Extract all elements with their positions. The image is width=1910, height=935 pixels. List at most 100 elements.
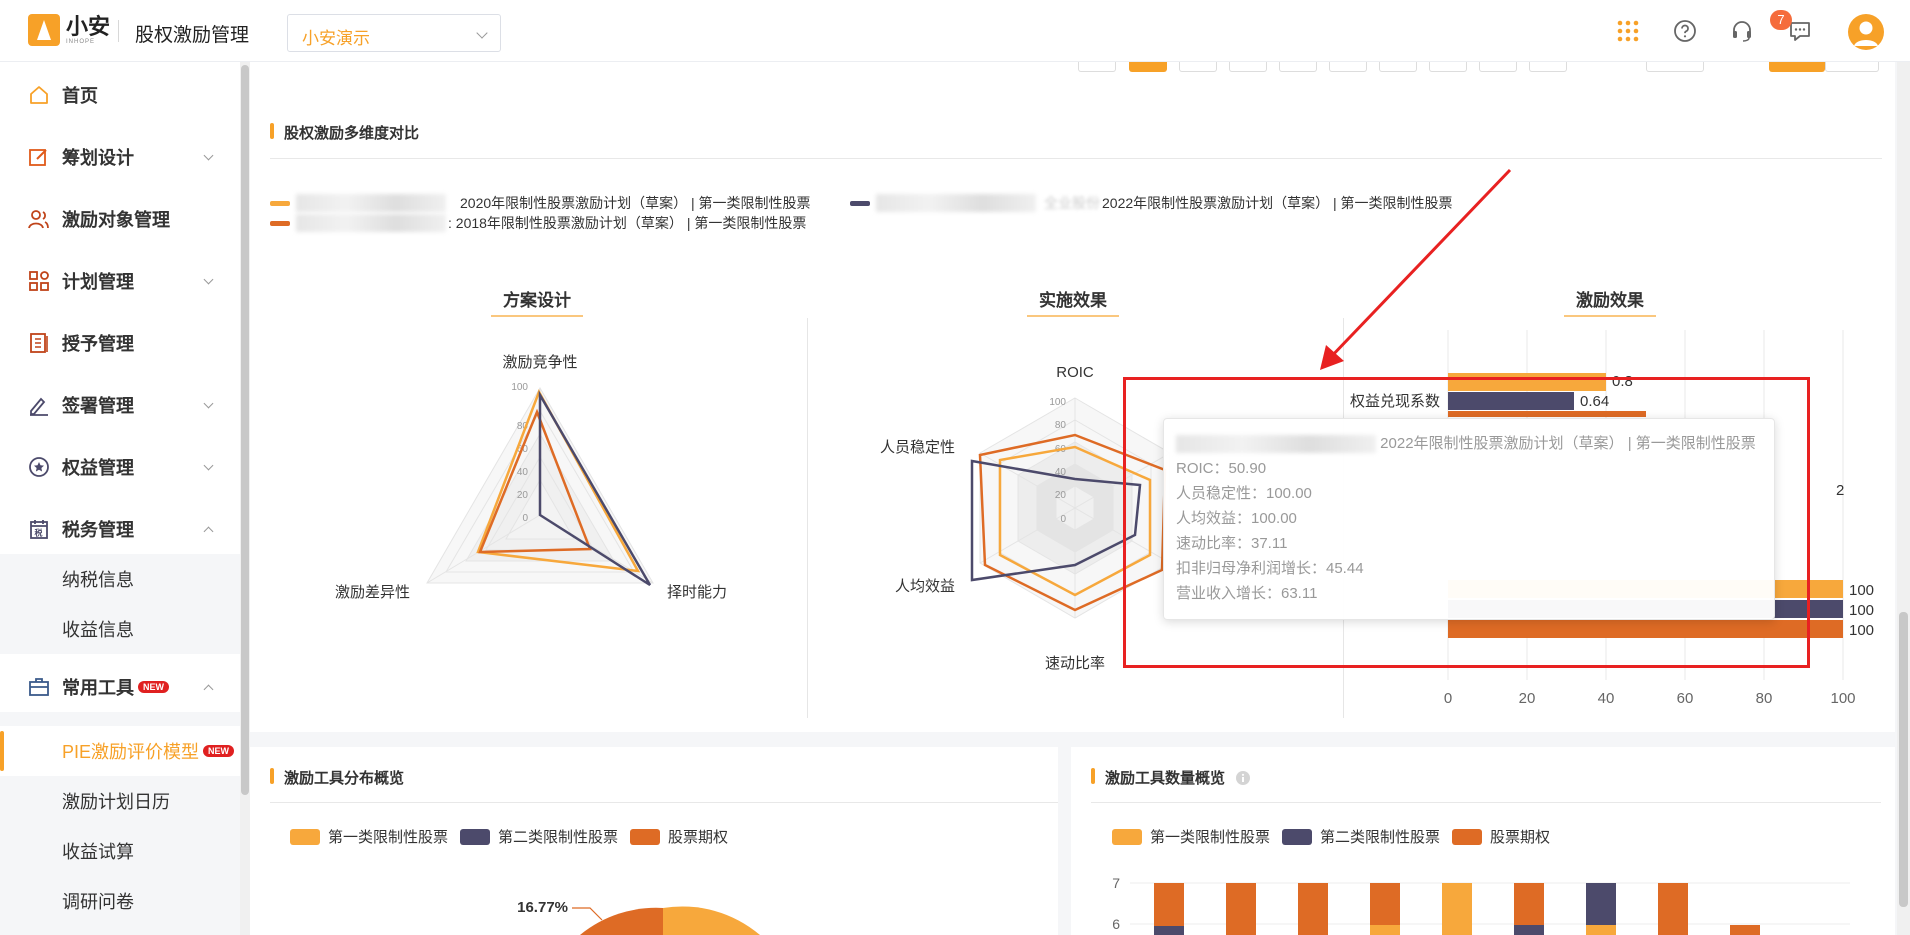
- sidebar-item-plan-management[interactable]: 计划管理: [0, 256, 240, 306]
- y-tick: 6: [1112, 916, 1120, 932]
- pager-stub[interactable]: [1229, 62, 1267, 72]
- page-scrollbar[interactable]: [1897, 62, 1910, 935]
- sidebar-item-signing[interactable]: 签署管理: [0, 380, 240, 430]
- legend-item[interactable]: 股票期权: [1452, 826, 1550, 847]
- sidebar-sub-tax-info[interactable]: 纳税信息: [0, 554, 240, 604]
- info-icon[interactable]: [1235, 770, 1251, 786]
- title-underline: [1027, 315, 1119, 317]
- legend-swatch: [1112, 828, 1142, 845]
- toggle-stub-active[interactable]: [1769, 62, 1825, 72]
- bar[interactable]: [1514, 925, 1544, 935]
- apps-grid-icon[interactable]: [1614, 17, 1642, 45]
- axis-tick: 20: [1055, 490, 1067, 501]
- pager-stub[interactable]: [1279, 62, 1317, 72]
- logo[interactable]: 小安 INHOPE: [28, 14, 110, 46]
- legend-label: 股票期权: [1490, 829, 1551, 846]
- legend-swatch: [270, 200, 290, 206]
- bar[interactable]: [1226, 883, 1256, 935]
- legend-swatch: [460, 828, 490, 845]
- legend-swatch: [850, 200, 870, 206]
- scrollbar-thumb[interactable]: [1899, 612, 1908, 907]
- section-title: 激励工具数量概览: [1091, 767, 1251, 788]
- sidebar-item-planning-design[interactable]: 筹划设计: [0, 132, 240, 182]
- sidebar-item-label: 税务管理: [62, 520, 134, 540]
- title-underline: [491, 315, 583, 317]
- pager-stub[interactable]: [1078, 62, 1116, 72]
- legend-label: 股票期权: [668, 829, 729, 846]
- chart-title-text: 实施效果: [1039, 291, 1107, 310]
- grid-icon: [29, 271, 49, 291]
- bar[interactable]: [1514, 883, 1544, 925]
- sidebar-item-tax[interactable]: 税 税务管理: [0, 504, 240, 554]
- company-select-value: 小安演示: [302, 29, 370, 48]
- axis-label: ROIC: [1056, 364, 1094, 381]
- pager-stub[interactable]: [1379, 62, 1417, 72]
- legend-item[interactable]: 第一类限制性股票: [290, 826, 448, 847]
- sidebar-item-grant-management[interactable]: 授予管理: [0, 318, 240, 368]
- sidebar-sub-calendar[interactable]: 激励计划日历: [0, 776, 240, 826]
- redacted-name: [296, 194, 446, 212]
- bar[interactable]: [1154, 926, 1184, 935]
- sidebar-scrollbar[interactable]: [240, 62, 250, 935]
- user-avatar[interactable]: [1848, 14, 1884, 50]
- x-tick: 80: [1756, 690, 1773, 707]
- scrollbar-thumb[interactable]: [241, 65, 249, 795]
- sidebar-sub-trial-calc[interactable]: 收益试算: [0, 826, 240, 876]
- chart-title-incentive: 激励效果: [1564, 286, 1656, 317]
- pager-stub[interactable]: [1646, 62, 1704, 72]
- company-select[interactable]: 小安演示: [287, 14, 501, 52]
- legend-item[interactable]: 2020年限制性股票激励计划（草案） | 第一类限制性股票: [270, 193, 811, 213]
- pager-stub[interactable]: [1179, 62, 1217, 72]
- axis-tick: 0: [522, 513, 528, 524]
- sidebar-sub-pie-model[interactable]: PIE激励评价模型 NEW: [0, 726, 240, 776]
- legend-item[interactable]: 股票期权: [630, 826, 728, 847]
- axis-tick: 40: [517, 467, 529, 478]
- legend-label-partial: 全业股份: [1044, 195, 1100, 211]
- sidebar-item-label: 授予管理: [62, 334, 134, 354]
- pager-stub[interactable]: [1329, 62, 1367, 72]
- annotation-highlight-box: [1123, 377, 1810, 668]
- sidebar-sub-income-info[interactable]: 收益信息: [0, 604, 240, 654]
- pie-slice[interactable]: [580, 907, 663, 935]
- pie-chart: 16.77%: [517, 899, 760, 935]
- bar[interactable]: [1370, 925, 1400, 935]
- pager-stub[interactable]: [1479, 62, 1517, 72]
- legend-label: 第一类限制性股票: [1150, 829, 1271, 846]
- legend-item[interactable]: 第二类限制性股票: [1282, 826, 1440, 847]
- bar[interactable]: [1370, 883, 1400, 925]
- x-tick: 40: [1598, 690, 1615, 707]
- legend-swatch: [1452, 828, 1482, 845]
- sidebar-sub-survey[interactable]: 调研问卷: [0, 876, 240, 926]
- pager-stub[interactable]: [1429, 62, 1467, 72]
- toggle-stub[interactable]: [1825, 62, 1879, 72]
- axis-tick: 100: [511, 382, 528, 393]
- sidebar-item-equity[interactable]: 权益管理: [0, 442, 240, 492]
- customer-service-icon[interactable]: [1728, 17, 1756, 45]
- legend-label: 2020年限制性股票激励计划（草案） | 第一类限制性股票: [460, 195, 811, 211]
- bar[interactable]: [1586, 883, 1616, 925]
- side-value-label: 2: [1836, 482, 1844, 499]
- new-badge: NEW: [203, 745, 235, 757]
- legend-item[interactable]: : 2018年限制性股票激励计划（草案） | 第一类限制性股票: [270, 213, 806, 233]
- pie-label: 16.77%: [517, 899, 568, 916]
- help-icon[interactable]: [1671, 17, 1699, 45]
- sidebar-item-tools[interactable]: 常用工具 NEW: [0, 662, 240, 712]
- header-divider: [118, 20, 119, 42]
- x-tick: 20: [1519, 690, 1536, 707]
- bar[interactable]: [1658, 883, 1688, 935]
- bar[interactable]: [1298, 883, 1328, 935]
- sidebar-item-home[interactable]: 首页: [0, 70, 240, 120]
- chart-title-scheme: 方案设计: [491, 286, 583, 317]
- legend-item[interactable]: 第二类限制性股票: [460, 826, 618, 847]
- legend-swatch: [630, 828, 660, 845]
- bar[interactable]: [1586, 925, 1616, 935]
- pager-stub-active[interactable]: [1129, 62, 1167, 72]
- pager-stub[interactable]: [1529, 62, 1567, 72]
- bar[interactable]: [1730, 925, 1760, 935]
- legend-item[interactable]: 第一类限制性股票: [1112, 826, 1270, 847]
- sidebar-item-participants[interactable]: 激励对象管理: [0, 194, 240, 244]
- chart-divider: [807, 318, 808, 718]
- bar[interactable]: [1442, 883, 1472, 935]
- pie-slice[interactable]: [663, 906, 760, 935]
- chevron-down-icon: [203, 150, 214, 161]
